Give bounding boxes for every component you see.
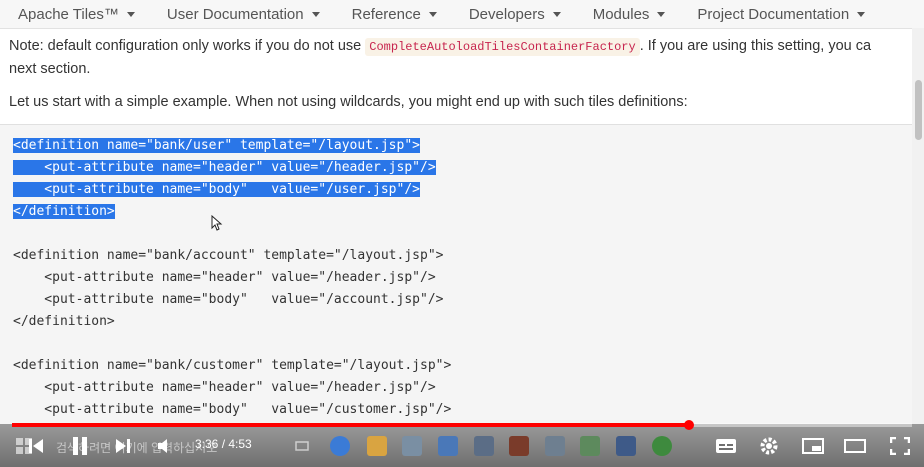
time-separator: / — [218, 437, 229, 451]
code-line: <definition name="bank/user" template="/… — [13, 136, 420, 156]
mouse-pointer-icon — [211, 215, 223, 231]
settings-gear-icon[interactable] — [756, 434, 782, 458]
code-line: <put-attribute name="body" value="/custo… — [13, 400, 451, 420]
current-time: 3:36 — [195, 437, 219, 451]
code-line-text: <put-attribute name="body" value="/custo… — [13, 402, 452, 417]
caret-down-icon — [428, 11, 437, 17]
browser-icon — [330, 436, 350, 456]
nav-label: Modules — [592, 5, 650, 23]
intro-paragraph: Let us start with a simple example. When… — [9, 94, 688, 110]
code-line-text: <definition name="bank/user" template="/… — [13, 138, 420, 153]
nav-label: Developers — [468, 5, 545, 23]
code-line-text: <put-attribute name="body" value="/user.… — [13, 182, 420, 197]
task-view-icon — [292, 434, 312, 458]
code-line-text: <definition name="bank/customer" templat… — [13, 358, 452, 373]
code-line-text: </definition> — [13, 314, 115, 329]
duration: 4:53 — [228, 437, 252, 451]
miniplayer-icon[interactable] — [800, 434, 826, 458]
code-line-text: <put-attribute name="header" value="/hea… — [13, 270, 436, 285]
progress-fill — [12, 423, 689, 427]
progress-scrubber[interactable] — [683, 420, 694, 430]
nav-user-documentation[interactable]: User Documentation — [151, 0, 336, 28]
nav-modules[interactable]: Modules — [577, 0, 682, 28]
folder-icon — [367, 436, 387, 456]
note-paragraph-line2: next section. — [9, 61, 91, 77]
caret-down-icon — [552, 11, 561, 17]
code-line-text: <put-attribute name="header" value="/hea… — [13, 160, 436, 175]
code-line: <definition name="bank/account" template… — [13, 246, 443, 266]
code-line: <put-attribute name="body" value="/accou… — [13, 290, 443, 310]
nav-project-documentation[interactable]: Project Documentation — [681, 0, 881, 28]
inline-code: CompleteAutoloadTilesContainerFactory — [365, 38, 640, 56]
code-line: </definition> — [13, 202, 115, 222]
code-line: </definition> — [13, 312, 115, 332]
app-icon — [580, 436, 600, 456]
caret-down-icon — [126, 11, 135, 17]
note-prefix: Note: default configuration only works i… — [9, 38, 366, 54]
volume-icon[interactable] — [152, 434, 178, 458]
code-block[interactable]: <definition name="bank/user" template="/… — [0, 124, 924, 425]
nav-label: Project Documentation — [697, 5, 850, 23]
code-line-text: <put-attribute name="body" value="/accou… — [13, 292, 444, 307]
nav-label: Reference — [351, 5, 421, 23]
nav-reference[interactable]: Reference — [336, 0, 453, 28]
subtitles-icon[interactable] — [712, 434, 740, 458]
code-line: <put-attribute name="body" value="/user.… — [13, 180, 420, 200]
scrollbar-thumb[interactable] — [915, 80, 922, 140]
app-icon — [652, 436, 672, 456]
previous-video-icon[interactable] — [24, 434, 48, 458]
top-navigation: Apache Tiles™ User Documentation Referen… — [0, 0, 924, 29]
progress-bar[interactable] — [12, 420, 912, 430]
fullscreen-icon[interactable] — [886, 434, 914, 458]
pause-icon[interactable] — [66, 434, 94, 458]
code-line: <put-attribute name="header" value="/hea… — [13, 268, 436, 288]
next-video-icon[interactable] — [110, 434, 136, 458]
nav-developers[interactable]: Developers — [453, 0, 577, 28]
code-line: <put-attribute name="header" value="/hea… — [13, 158, 436, 178]
time-display: 3:36 / 4:53 — [195, 437, 252, 451]
code-line-text: </definition> — [13, 204, 115, 219]
note-paragraph: Note: default configuration only works i… — [9, 38, 872, 56]
app-icon — [474, 436, 494, 456]
store-icon — [402, 436, 422, 456]
vertical-scrollbar[interactable] — [912, 28, 924, 424]
caret-down-icon — [657, 11, 666, 17]
code-line-text: <definition name="bank/account" template… — [13, 248, 444, 263]
nav-label: User Documentation — [166, 5, 304, 23]
app-icon — [545, 436, 565, 456]
code-line: <definition name="bank/customer" templat… — [13, 356, 451, 376]
note-suffix: . If you are using this setting, you ca — [639, 38, 872, 54]
nav-apache-tiles[interactable]: Apache Tiles™ — [0, 0, 151, 28]
caret-down-icon — [857, 11, 866, 17]
theater-mode-icon[interactable] — [842, 434, 868, 458]
caret-down-icon — [311, 11, 320, 17]
app-icon — [509, 436, 529, 456]
code-line-text: <put-attribute name="header" value="/hea… — [13, 380, 436, 395]
code-line: <put-attribute name="header" value="/hea… — [13, 378, 436, 398]
mail-icon — [438, 436, 458, 456]
nav-label: Apache Tiles™ — [18, 5, 119, 23]
app-icon — [616, 436, 636, 456]
